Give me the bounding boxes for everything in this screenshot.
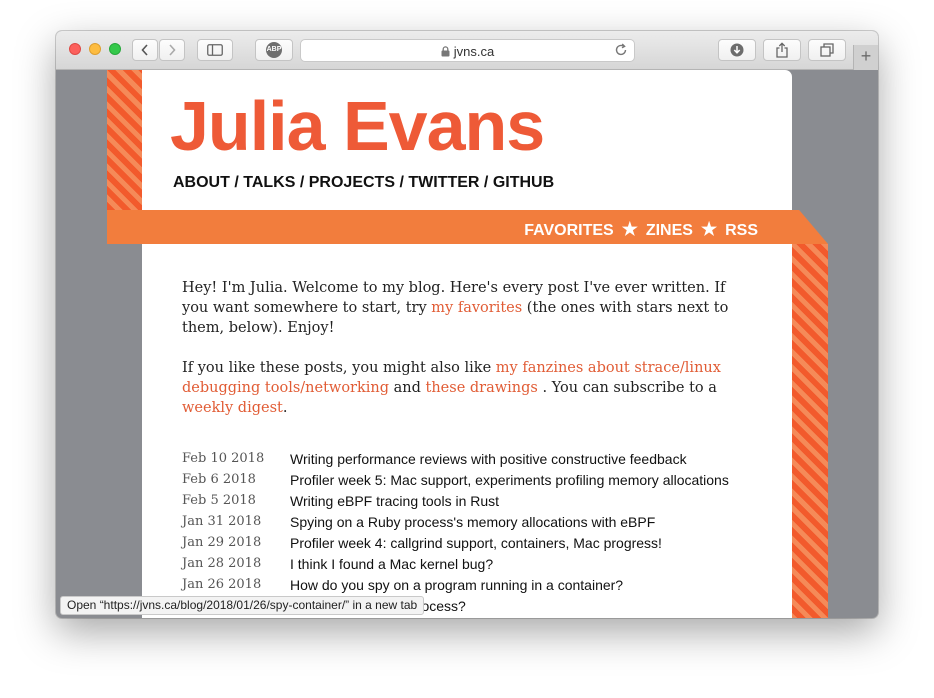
zoom-window-button[interactable] xyxy=(109,43,121,55)
tabs-icon xyxy=(820,43,834,57)
sidebar-icon xyxy=(207,44,223,56)
more-paragraph: If you like these posts, you might also … xyxy=(182,358,752,418)
nav-rss[interactable]: RSS xyxy=(725,222,758,239)
more-text: If you like these posts, you might also … xyxy=(182,360,496,376)
post-title-link[interactable]: Writing performance reviews with positiv… xyxy=(290,451,687,467)
tabs-button[interactable] xyxy=(808,39,846,61)
status-bar-tooltip: Open “https://jvns.ca/blog/2018/01/26/sp… xyxy=(60,596,425,615)
post-date: Jan 29 2018 xyxy=(182,535,262,550)
post-date: Jan 28 2018 xyxy=(182,556,262,571)
site-title[interactable]: Julia Evans xyxy=(170,84,545,168)
nav-github[interactable]: GITHUB xyxy=(493,174,554,191)
main-content: Hey! I'm Julia. Welcome to my blog. Here… xyxy=(142,244,792,618)
share-button[interactable] xyxy=(763,39,801,61)
nav-zines[interactable]: ZINES xyxy=(646,222,693,239)
downloads-button[interactable] xyxy=(718,39,756,61)
star-icon: ★ xyxy=(700,219,718,239)
sidebar-button[interactable] xyxy=(197,39,233,61)
back-icon xyxy=(141,44,148,56)
forward-button[interactable] xyxy=(159,39,185,61)
post-title-link[interactable]: Profiler week 4: callgrind support, cont… xyxy=(290,535,662,551)
browser-toolbar: ABP jvns.ca xyxy=(56,31,878,70)
more-text: and xyxy=(389,380,426,396)
close-window-button[interactable] xyxy=(69,43,81,55)
post-date: Feb 6 2018 xyxy=(182,472,256,487)
nav-twitter[interactable]: TWITTER xyxy=(408,174,479,191)
intro-paragraph: Hey! I'm Julia. Welcome to my blog. Here… xyxy=(182,278,752,338)
browser-window: ABP jvns.ca + Julia Evans ABOUT / TALKS xyxy=(56,31,878,618)
band-nav: FAVORITES ★ ZINES ★ RSS xyxy=(524,219,758,240)
nav-sep: / xyxy=(299,174,305,191)
post-date: Jan 26 2018 xyxy=(182,577,262,592)
more-text: . You can subscribe to a xyxy=(537,380,717,396)
url-text: jvns.ca xyxy=(453,44,495,59)
post-title-link[interactable]: Spying on a Ruby process's memory alloca… xyxy=(290,514,655,530)
adblock-icon: ABP xyxy=(266,42,282,58)
adblock-button[interactable]: ABP xyxy=(255,39,293,61)
address-text-wrap: jvns.ca xyxy=(301,44,634,59)
nav-favorites[interactable]: FAVORITES xyxy=(524,222,614,239)
site-header: Julia Evans ABOUT / TALKS / PROJECTS / T… xyxy=(142,70,792,210)
address-bar[interactable]: jvns.ca xyxy=(300,39,635,62)
forward-icon xyxy=(169,44,176,56)
post-date: Feb 5 2018 xyxy=(182,493,256,508)
download-icon xyxy=(730,43,744,57)
drawings-link[interactable]: these drawings xyxy=(426,380,538,396)
plus-icon: + xyxy=(860,46,872,66)
weekly-digest-link[interactable]: weekly digest xyxy=(182,400,283,416)
orange-nav-band: FAVORITES ★ ZINES ★ RSS xyxy=(107,210,828,244)
nav-talks[interactable]: TALKS xyxy=(243,174,295,191)
share-icon xyxy=(776,42,788,58)
nav-sep: / xyxy=(234,174,239,191)
new-tab-button[interactable]: + xyxy=(853,45,878,70)
left-stripe-decoration xyxy=(107,70,142,210)
nav-sep: / xyxy=(399,174,404,191)
top-nav: ABOUT / TALKS / PROJECTS / TWITTER / GIT… xyxy=(173,174,554,192)
nav-projects[interactable]: PROJECTS xyxy=(309,174,395,191)
more-text: . xyxy=(282,400,288,416)
favorites-link[interactable]: my favorites xyxy=(431,300,522,316)
post-title-link[interactable]: How do you spy on a program running in a… xyxy=(290,577,623,593)
star-icon: ★ xyxy=(621,219,638,239)
reload-icon[interactable] xyxy=(614,43,628,57)
post-title-link[interactable]: I think I found a Mac kernel bug? xyxy=(290,556,493,572)
nav-about[interactable]: ABOUT xyxy=(173,174,230,191)
right-stripe-decoration xyxy=(792,244,828,618)
post-date: Feb 10 2018 xyxy=(182,451,265,466)
lock-icon xyxy=(441,46,450,57)
post-title-link[interactable]: Profiler week 5: Mac support, experiment… xyxy=(290,472,729,488)
minimize-window-button[interactable] xyxy=(89,43,101,55)
back-button[interactable] xyxy=(132,39,158,61)
nav-sep: / xyxy=(483,174,489,191)
post-date: Jan 31 2018 xyxy=(182,514,262,529)
web-page: Julia Evans ABOUT / TALKS / PROJECTS / T… xyxy=(56,70,878,618)
post-title-link[interactable]: Writing eBPF tracing tools in Rust xyxy=(290,493,499,509)
